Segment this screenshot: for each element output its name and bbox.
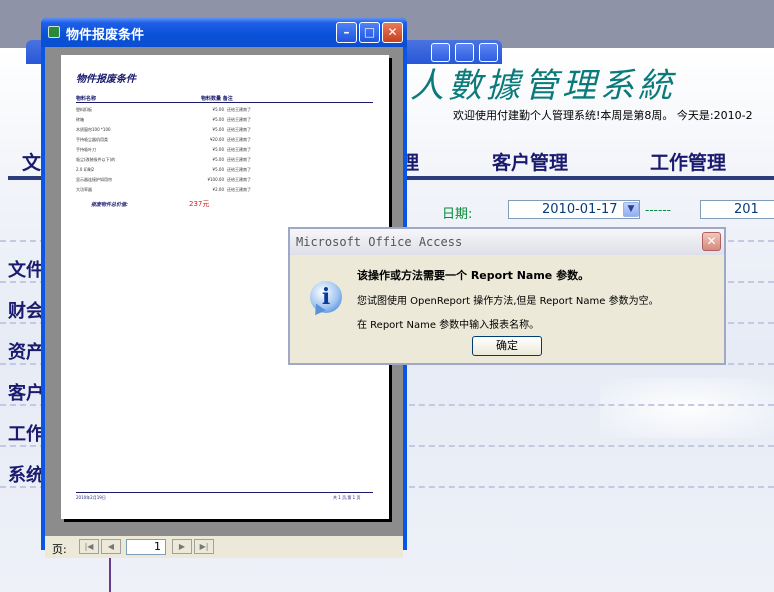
row-remark: 还给王建南了 (227, 177, 251, 182)
sidebar-item-customers[interactable]: 客户 (8, 379, 44, 404)
sidebar-item-work[interactable]: 工作 (8, 420, 44, 445)
dialog-close-button[interactable]: ✕ (702, 232, 721, 251)
row-name: 塑料扣板 (76, 107, 92, 112)
first-page-button[interactable]: |◀ (79, 539, 99, 554)
total-value: 237元 (189, 200, 210, 208)
row-name: 砖箱 (76, 117, 84, 122)
nav-item-customers[interactable]: 客户管理 (492, 148, 568, 174)
record-navigation-bar: 页: |◀ ◀ 1 ▶ ▶| (45, 536, 403, 558)
row-name: 手持吸叶刀 (76, 147, 96, 152)
sidebar-item-assets[interactable]: 资产 (8, 338, 44, 363)
nav-item-work[interactable]: 工作管理 (650, 148, 726, 174)
prev-page-button[interactable]: ◀ (101, 539, 121, 554)
table-row: 大功率器 ¥2.00 还给王建南了 (76, 187, 373, 195)
row-remark: 还给王建南了 (227, 137, 251, 142)
table-row: 手持吸尘器机用类 ¥20.00 还给王建南了 (76, 137, 373, 145)
report-title: 物件报废条件 (76, 74, 136, 85)
row-qty: ¥5.00 (212, 167, 224, 172)
footer-rule (76, 492, 373, 493)
row-name: 手持吸尘器机用类 (76, 137, 108, 142)
row-qty: ¥20.00 (210, 137, 224, 142)
table-row: 塑料扣板 ¥5.00 还给王建南了 (76, 107, 373, 115)
row-name: 木质窗帘100 *100 (76, 127, 111, 132)
dialog-titlebar[interactable]: Microsoft Office Access ✕ (290, 229, 724, 255)
row-qty: ¥5.00 (212, 147, 224, 152)
dialog-title: Microsoft Office Access (296, 235, 463, 249)
report-window-title: 物件报废条件 (66, 28, 145, 43)
row-remark: 还给王建南了 (227, 157, 251, 162)
table-row: 吸尘(改装吸件以下)的 ¥5.00 还给王建南了 (76, 157, 373, 165)
last-page-button[interactable]: ▶| (194, 539, 214, 554)
row-name: 大功率器 (76, 187, 92, 192)
ok-button[interactable]: 确定 (472, 336, 542, 356)
dialog-message-main: 该操作或方法需要一个 Report Name 参数。 (357, 269, 590, 282)
table-row: 2.0 印刷2 ¥5.00 还给王建南了 (76, 167, 373, 175)
total-label: 报废物件总价值: (91, 202, 129, 208)
next-page-button[interactable]: ▶ (172, 539, 192, 554)
column-header-name: 物料名称 (76, 96, 97, 102)
welcome-text: 欢迎使用付建勤个人管理系统!本周是第8周。 今天是:2010-2 (453, 109, 753, 122)
report-icon (48, 26, 60, 38)
row-remark: 还给王建南了 (227, 187, 251, 192)
table-row: 显示器连接护如用帘 ¥100.00 还给王建南了 (76, 177, 373, 185)
row-name: 吸尘(改装吸件以下)的 (76, 157, 116, 162)
row-remark: 还给王建南了 (227, 117, 251, 122)
table-row: 手持吸叶刀 ¥5.00 还给王建南了 (76, 147, 373, 155)
access-message-dialog: Microsoft Office Access ✕ i 该操作或方法需要一个 R… (288, 227, 726, 365)
nav-item-files[interactable]: 文 (22, 148, 41, 174)
row-qty: ¥2.00 (212, 187, 224, 192)
date-to-field[interactable]: 201 (700, 200, 774, 219)
background-glow (600, 378, 774, 438)
report-footer-date: 2010年2月19日 (76, 495, 106, 500)
app-title: 人數據管理系統 (410, 66, 676, 102)
row-qty: ¥5.00 (212, 157, 224, 162)
report-footer-page: 共 1 页,第 1 页 (333, 495, 361, 500)
table-row: 砖箱 ¥5.00 还给王建南了 (76, 117, 373, 125)
table-row: 木质窗帘100 *100 ¥5.00 还给王建南了 (76, 127, 373, 135)
sidebar-item-system[interactable]: 系统 (8, 461, 44, 486)
sidebar-item-finance[interactable]: 财会 (8, 297, 44, 322)
row-remark: 还给王建南了 (227, 107, 251, 112)
row-remark: 还给王建南了 (227, 147, 251, 152)
dialog-message-hint: 在 Report Name 参数中输入报表名称。 (357, 320, 540, 331)
sidebar-item-files[interactable]: 文件 (8, 256, 44, 281)
row-qty: ¥5.00 (212, 127, 224, 132)
minimize-button[interactable]: – (336, 22, 357, 43)
row-qty: ¥5.00 (212, 107, 224, 112)
dialog-message-detail: 您试图使用 OpenReport 操作方法,但是 Report Name 参数为… (357, 296, 659, 307)
chevron-down-icon[interactable]: ▼ (623, 202, 639, 217)
row-name: 2.0 印刷2 (76, 167, 95, 172)
close-button[interactable]: ✕ (382, 22, 403, 43)
date-label: 日期: (442, 207, 473, 222)
page-number-input[interactable]: 1 (126, 539, 166, 555)
row-name: 显示器连接护如用帘 (76, 177, 112, 182)
row-qty: ¥5.00 (212, 117, 224, 122)
row-remark: 还给王建南了 (227, 167, 251, 172)
maximize-button[interactable]: □ (359, 22, 380, 43)
info-icon: i (310, 281, 342, 313)
report-window-titlebar[interactable]: 物件报废条件 – □ ✕ (41, 17, 407, 47)
page-label: 页: (52, 543, 67, 556)
date-from-select[interactable]: 2010-01-17 (508, 200, 640, 219)
row-remark: 还给王建南了 (227, 127, 251, 132)
date-separator: ------ (645, 203, 671, 217)
row-qty: ¥100.00 (207, 177, 224, 182)
header-rule (76, 102, 373, 103)
column-header-qty: 物料数量 备注 (201, 96, 233, 102)
